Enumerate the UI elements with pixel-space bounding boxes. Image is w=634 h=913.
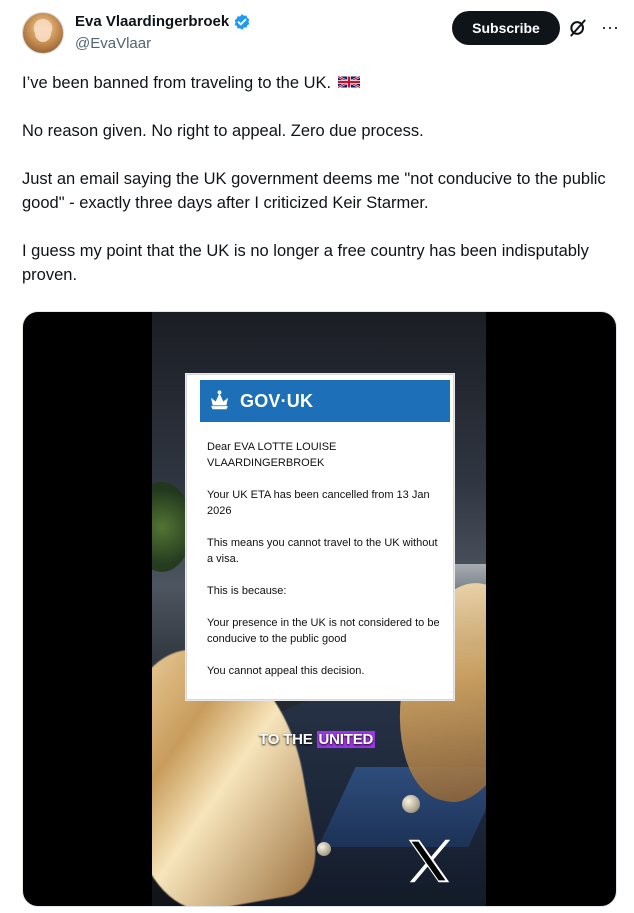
notice-line: Your UK ETA has been cancelled from 13 J… [207, 489, 430, 517]
notice-line: This means you cannot travel to the UK w… [207, 537, 438, 565]
notice-line: Your presence in the UK is not considere… [207, 617, 440, 645]
tweet-paragraph: No reason given. No right to appeal. Zer… [22, 122, 424, 140]
video-caption: TO THE UNITED [259, 729, 376, 750]
x-logo-icon [408, 839, 451, 883]
notice-line: You cannot appeal this decision. [207, 665, 365, 677]
tweet-text: I’ve been banned from traveling to the U… [22, 71, 622, 311]
more-options-button[interactable]: ··· [598, 12, 622, 42]
notice-line: This is because: [207, 585, 287, 597]
gov-uk-title: GOV·UK [240, 391, 314, 411]
jacket-button [402, 795, 420, 813]
gov-crown-icon [211, 390, 228, 410]
author-handle[interactable]: @EvaVlaar [75, 35, 151, 53]
author-display-name[interactable]: Eva Vlaardingerbroek [75, 13, 229, 31]
caption-highlight: UNITED [316, 731, 376, 748]
verified-badge-icon [234, 14, 250, 30]
grok-icon[interactable] [568, 18, 588, 38]
uk-flag-icon [337, 75, 360, 89]
video-media[interactable]: GOV·UK Dear EVA LOTTE LOUISE VLAARDINGER… [22, 311, 617, 907]
jacket-button [317, 842, 331, 856]
subscribe-button[interactable]: Subscribe [452, 11, 560, 45]
notice-body: Dear EVA LOTTE LOUISE VLAARDINGERBROEK Y… [207, 439, 442, 695]
avatar[interactable] [22, 12, 64, 54]
tweet-paragraph: Just an email saying the UK government d… [22, 170, 606, 212]
gov-uk-header: GOV·UK [200, 380, 450, 422]
tweet-paragraph: I’ve been banned from traveling to the U… [22, 71, 622, 95]
caption-prefix: TO THE [259, 731, 317, 748]
notice-line: Dear EVA LOTTE LOUISE VLAARDINGERBROEK [207, 441, 337, 469]
video-frame[interactable]: GOV·UK Dear EVA LOTTE LOUISE VLAARDINGER… [152, 312, 486, 906]
gov-uk-notice: GOV·UK Dear EVA LOTTE LOUISE VLAARDINGER… [186, 374, 454, 700]
tweet-paragraph: I guess my point that the UK is no longe… [22, 242, 589, 284]
tweet-header: Eva Vlaardingerbroek @EvaVlaar Subscribe… [0, 0, 634, 62]
